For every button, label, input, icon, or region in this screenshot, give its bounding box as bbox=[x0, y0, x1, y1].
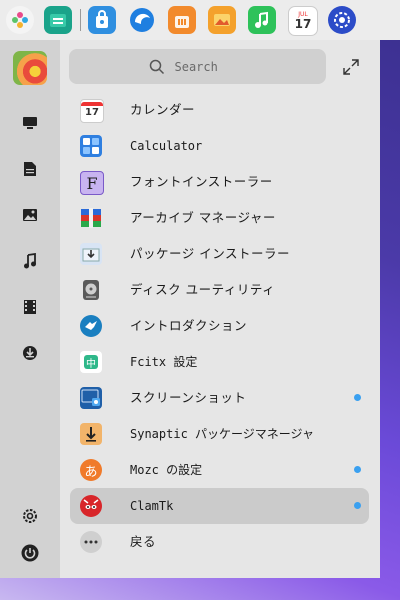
app-launcher: 17 カレンダー Calculator F フォントインストーラー アーカイブ … bbox=[0, 40, 380, 578]
fcitx-icon: 中 bbox=[80, 351, 102, 373]
app-label: スクリーンショット bbox=[130, 390, 247, 405]
music-note-icon[interactable] bbox=[20, 251, 40, 271]
app-label: Fcitx 設定 bbox=[130, 355, 198, 369]
app-label: イントロダクション bbox=[130, 318, 248, 333]
package-installer-icon bbox=[80, 243, 102, 265]
mozc-icon: あ bbox=[80, 459, 102, 481]
power-icon[interactable] bbox=[20, 543, 40, 563]
more-icon bbox=[80, 531, 102, 553]
launcher-sidebar bbox=[0, 40, 60, 578]
search-icon bbox=[149, 59, 164, 74]
settings-icon[interactable] bbox=[328, 6, 356, 34]
app-item-disk-utility[interactable]: ディスク ユーティリティ bbox=[70, 272, 369, 308]
app-item-calculator[interactable]: Calculator bbox=[70, 128, 369, 164]
app-label: カレンダー bbox=[130, 102, 196, 117]
top-dock: JUL 17 bbox=[0, 0, 400, 40]
calculator-icon bbox=[80, 135, 102, 157]
app-item-fcitx[interactable]: 中 Fcitx 設定 bbox=[70, 344, 369, 380]
introduction-icon bbox=[80, 315, 102, 337]
calendar-icon: 17 bbox=[80, 99, 104, 123]
launcher-icon[interactable] bbox=[6, 6, 34, 34]
clamtk-icon bbox=[80, 495, 102, 517]
synaptic-icon bbox=[80, 423, 102, 445]
calendar-icon[interactable]: JUL 17 bbox=[288, 6, 318, 36]
app-item-calendar[interactable]: 17 カレンダー bbox=[70, 92, 369, 128]
back-button[interactable]: 戻る bbox=[70, 524, 369, 560]
fullscreen-toggle-icon[interactable] bbox=[342, 58, 360, 76]
search-box[interactable] bbox=[69, 49, 326, 84]
app-label: パッケージ インストーラー bbox=[130, 246, 290, 261]
mozc-letter: あ bbox=[84, 464, 98, 480]
video-icon[interactable] bbox=[20, 297, 40, 317]
app-label: 戻る bbox=[130, 534, 157, 549]
app-item-clamtk[interactable]: ClamTk bbox=[70, 488, 369, 524]
app-list: 17 カレンダー Calculator F フォントインストーラー アーカイブ … bbox=[70, 92, 369, 560]
app-item-archive-manager[interactable]: アーカイブ マネージャー bbox=[70, 200, 369, 236]
screenshot-icon bbox=[80, 387, 102, 409]
fcitx-letter: 中 bbox=[86, 358, 96, 370]
app-item-font-installer[interactable]: F フォントインストーラー bbox=[70, 164, 369, 200]
new-app-indicator bbox=[354, 394, 361, 401]
user-avatar[interactable] bbox=[13, 51, 47, 85]
document-icon[interactable] bbox=[20, 159, 40, 179]
new-app-indicator bbox=[354, 502, 361, 509]
font-letter: F bbox=[86, 173, 98, 193]
app-label: ディスク ユーティリティ bbox=[130, 282, 276, 297]
download-icon[interactable] bbox=[20, 343, 40, 363]
browser-icon[interactable] bbox=[128, 6, 156, 34]
app-label: Calculator bbox=[130, 139, 203, 153]
app-label: アーカイブ マネージャー bbox=[130, 210, 276, 225]
calendar-day: 17 bbox=[294, 17, 312, 31]
app-item-mozc[interactable]: あ Mozc の設定 bbox=[70, 452, 369, 488]
app-item-introduction[interactable]: イントロダクション bbox=[70, 308, 369, 344]
music-icon[interactable] bbox=[248, 6, 276, 34]
disk-utility-icon bbox=[80, 279, 102, 301]
settings-icon[interactable] bbox=[20, 506, 40, 526]
calendar-day-number: 17 bbox=[85, 107, 99, 118]
app-store-icon[interactable] bbox=[88, 6, 116, 34]
app-label: Synaptic パッケージマネージャ bbox=[130, 427, 314, 441]
font-installer-icon: F bbox=[80, 171, 104, 195]
desktop-icon[interactable] bbox=[20, 113, 40, 133]
image-viewer-icon[interactable] bbox=[208, 6, 236, 34]
archive-manager-icon bbox=[80, 207, 102, 229]
new-app-indicator bbox=[354, 466, 361, 473]
search-input[interactable] bbox=[172, 58, 247, 75]
picture-icon[interactable] bbox=[20, 205, 40, 225]
app-label: Mozc の設定 bbox=[130, 463, 203, 477]
file-manager-icon[interactable] bbox=[44, 6, 72, 34]
app-label: フォントインストーラー bbox=[130, 174, 273, 189]
app-item-package-installer[interactable]: パッケージ インストーラー bbox=[70, 236, 369, 272]
app-label: ClamTk bbox=[130, 499, 174, 513]
app-item-screenshot[interactable]: スクリーンショット bbox=[70, 380, 369, 416]
dock-separator bbox=[80, 9, 81, 31]
app-item-synaptic[interactable]: Synaptic パッケージマネージャ bbox=[70, 416, 369, 452]
shopping-bag-icon[interactable] bbox=[168, 6, 196, 34]
